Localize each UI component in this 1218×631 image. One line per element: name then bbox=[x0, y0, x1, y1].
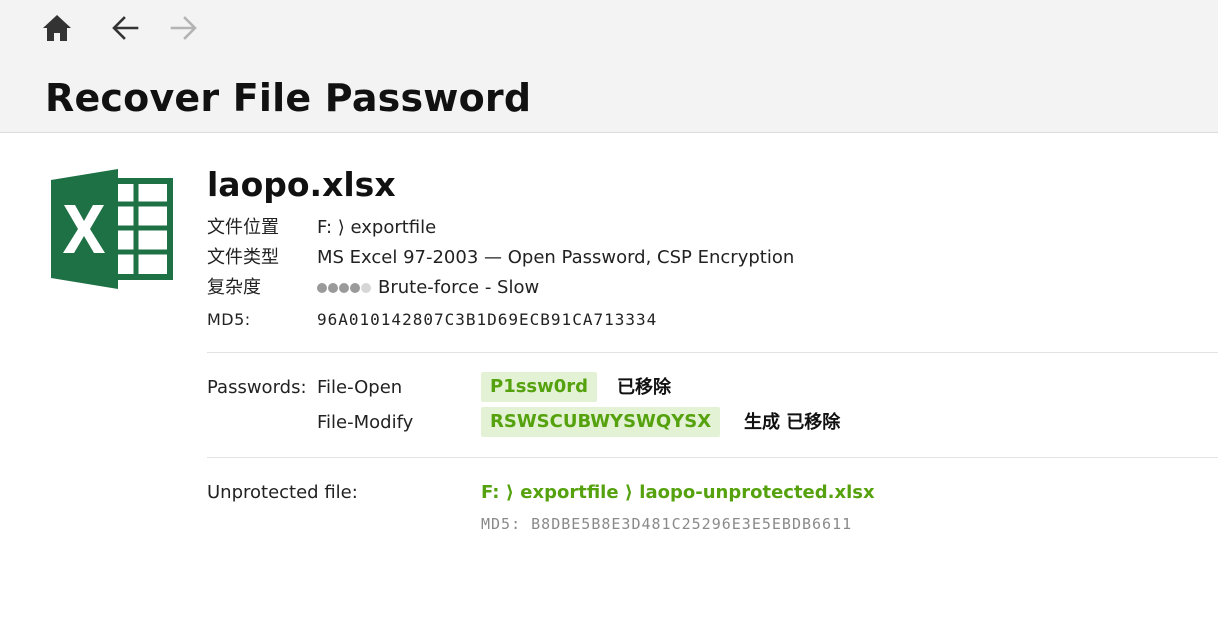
password-value-modify[interactable]: RSWSCUBWYSWQYSX bbox=[481, 407, 721, 437]
arrow-left-icon bbox=[112, 16, 139, 40]
file-name: laopo.xlsx bbox=[207, 165, 396, 204]
complexity-dot-filled bbox=[339, 283, 349, 293]
unprotected-file-link[interactable]: F: ⟩ exportfile ⟩ laopo-unprotected.xlsx bbox=[481, 481, 875, 505]
divider bbox=[207, 457, 1218, 458]
arrow-right-icon bbox=[170, 16, 197, 40]
complexity-value: Brute-force - Slow bbox=[378, 277, 540, 298]
password-note-open: 已移除 bbox=[617, 377, 671, 398]
file-type-value: MS Excel 97-2003 — Open Password, CSP En… bbox=[317, 247, 795, 268]
md5-value: 96A010142807C3B1D69ECB91CA713334 bbox=[317, 310, 658, 329]
file-location-value: F: ⟩ exportfile bbox=[317, 217, 437, 238]
password-type-open: File-Open bbox=[317, 377, 403, 398]
back-button[interactable] bbox=[107, 10, 143, 46]
page-header: Recover File Password bbox=[0, 0, 1218, 133]
password-note-modify: 生成 已移除 bbox=[744, 412, 841, 433]
forward-button[interactable] bbox=[166, 10, 202, 46]
complexity-value-wrap: Brute-force - Slow bbox=[317, 276, 539, 300]
complexity-label: 复杂度 bbox=[207, 277, 261, 298]
home-button[interactable] bbox=[39, 10, 75, 46]
divider bbox=[207, 352, 1218, 353]
md5-label: MD5: bbox=[207, 310, 251, 329]
file-location-label: 文件位置 bbox=[207, 217, 279, 238]
password-type-modify: File-Modify bbox=[317, 412, 414, 433]
unprotected-file-md5: MD5: B8DBE5B8E3D481C25296E3E5EBDB6611 bbox=[481, 515, 853, 533]
excel-file-icon bbox=[50, 167, 174, 291]
complexity-meter bbox=[317, 276, 372, 300]
complexity-dot-empty bbox=[361, 283, 371, 293]
page-title: Recover File Password bbox=[45, 76, 532, 120]
complexity-dot-filled bbox=[328, 283, 338, 293]
complexity-dot-filled bbox=[350, 283, 360, 293]
passwords-label: Passwords: bbox=[207, 377, 307, 398]
unprotected-file-label: Unprotected file: bbox=[207, 482, 358, 503]
complexity-dot-filled bbox=[317, 283, 327, 293]
home-icon bbox=[43, 15, 71, 41]
password-value-open[interactable]: P1ssw0rd bbox=[481, 372, 598, 402]
file-type-label: 文件类型 bbox=[207, 247, 279, 268]
